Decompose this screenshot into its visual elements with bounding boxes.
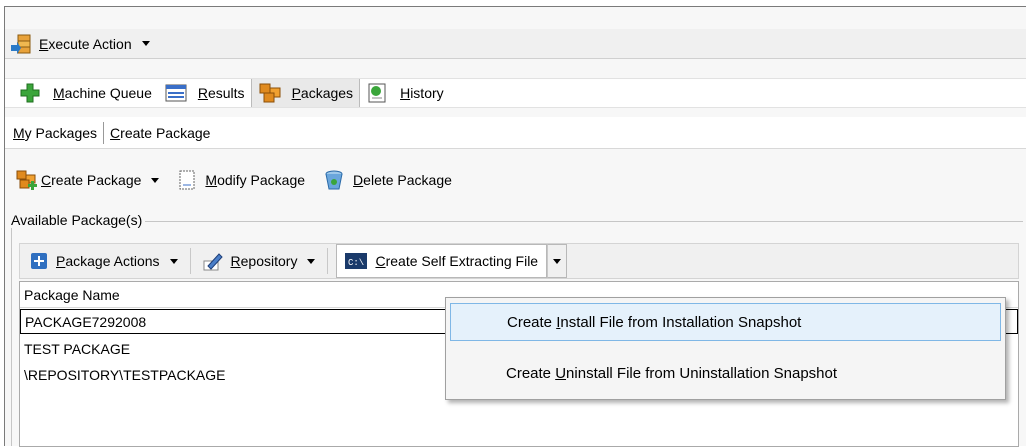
menu-item-text: ninstall File from Uninstallation Snapsh… bbox=[566, 364, 838, 382]
modify-package-label: odify Package bbox=[217, 172, 306, 188]
create-package-label: reate Package bbox=[51, 172, 142, 188]
toolbar-separator bbox=[327, 248, 329, 274]
self-extract-label: reate Self Extracting File bbox=[385, 253, 539, 269]
subtab-mnemonic: M bbox=[13, 124, 25, 141]
repository-label: epository bbox=[240, 253, 298, 269]
package-toolbar: Create Package Modify Package Delete Pac… bbox=[5, 165, 1026, 195]
subtab-my-packages[interactable]: My Packages bbox=[13, 117, 103, 148]
subtab-mnemonic: C bbox=[110, 124, 121, 141]
self-extract-dropdown-toggle[interactable] bbox=[547, 244, 568, 278]
repository-button[interactable]: Repository bbox=[199, 244, 320, 278]
delete-package-label: elete Package bbox=[363, 172, 452, 188]
create-package-icon bbox=[15, 169, 37, 191]
chevron-down-icon bbox=[151, 177, 160, 183]
menu-item-text: Create bbox=[506, 364, 556, 382]
execute-action-mnemonic: E bbox=[39, 35, 49, 52]
chevron-down-icon bbox=[169, 258, 178, 264]
pencil-icon bbox=[203, 251, 223, 271]
self-extract-mnemonic: C bbox=[375, 253, 386, 269]
column-header-label: Package Name bbox=[24, 286, 120, 303]
execute-action-label: xecute Action bbox=[48, 35, 132, 52]
main-tabs: Machine Queue Results Packages History bbox=[5, 78, 1026, 108]
history-icon bbox=[366, 82, 390, 104]
package-actions-label: ackage Actions bbox=[65, 253, 160, 269]
results-icon bbox=[164, 82, 188, 104]
modify-package-button[interactable]: Modify Package bbox=[173, 165, 309, 195]
modify-package-mnemonic: M bbox=[205, 172, 218, 188]
plus-icon bbox=[19, 82, 41, 104]
package-name-cell: TEST PACKAGE bbox=[24, 340, 131, 357]
subtab-label: reate Package bbox=[120, 124, 211, 141]
create-self-extracting-file-button[interactable]: C:\ Create Self Extracting File bbox=[336, 244, 548, 278]
create-package-mnemonic: C bbox=[41, 172, 52, 188]
sub-tabs: My Packages Create Package bbox=[5, 117, 1026, 149]
group-title: Available Package(s) bbox=[8, 212, 146, 228]
recycle-bin-icon bbox=[323, 169, 345, 191]
execute-icon bbox=[11, 33, 33, 55]
tab-label: esults bbox=[207, 85, 245, 101]
package-name-cell: \REPOSITORY\TESTPACKAGE bbox=[24, 366, 226, 383]
menu-item-mnemonic: U bbox=[555, 364, 567, 382]
tab-results[interactable]: Results bbox=[158, 79, 251, 107]
repository-mnemonic: R bbox=[230, 253, 241, 269]
execute-action-button[interactable]: Execute Action bbox=[9, 29, 154, 58]
delete-package-button[interactable]: Delete Package bbox=[319, 165, 456, 195]
subtab-label: y Packages bbox=[24, 124, 98, 141]
delete-package-mnemonic: D bbox=[353, 172, 364, 188]
create-package-button[interactable]: Create Package bbox=[15, 165, 163, 195]
tab-mnemonic: M bbox=[53, 85, 65, 101]
chevron-down-icon bbox=[553, 258, 562, 264]
tab-mnemonic: H bbox=[400, 85, 411, 101]
package-actions-button[interactable]: Package Actions bbox=[26, 244, 182, 278]
self-extract-dropdown-menu: Create Install File from Installation Sn… bbox=[445, 297, 1006, 400]
menu-item-create-install-file[interactable]: Create Install File from Installation Sn… bbox=[450, 303, 1001, 341]
tab-history[interactable]: History bbox=[360, 79, 450, 107]
modify-icon bbox=[177, 169, 197, 191]
package-actions-mnemonic: P bbox=[56, 253, 66, 269]
toolbar-separator bbox=[189, 248, 191, 274]
top-toolbar: Execute Action bbox=[5, 29, 1026, 59]
chevron-down-icon bbox=[141, 41, 150, 46]
menu-item-text: Create bbox=[507, 313, 557, 331]
package-name-cell: PACKAGE7292008 bbox=[25, 313, 147, 330]
tab-label: ackages bbox=[300, 85, 354, 101]
menu-item-create-uninstall-file[interactable]: Create Uninstall File from Uninstallatio… bbox=[450, 354, 1001, 392]
tab-packages[interactable]: Packages bbox=[250, 79, 361, 107]
menu-item-text: nstall File from Installation Snapshot bbox=[560, 313, 802, 331]
chevron-down-icon bbox=[307, 258, 316, 264]
package-actions-toolbar: Package Actions Repository C:\ Create Se… bbox=[19, 243, 1019, 279]
tab-machine-queue[interactable]: Machine Queue bbox=[13, 79, 158, 107]
tab-label: istory bbox=[410, 85, 444, 101]
svg-text:C:\: C:\ bbox=[348, 258, 364, 268]
console-icon: C:\ bbox=[345, 253, 368, 269]
subtab-create-package[interactable]: Create Package bbox=[104, 117, 216, 148]
tab-mnemonic: P bbox=[291, 85, 301, 101]
packages-icon bbox=[258, 82, 282, 104]
package-actions-icon bbox=[30, 252, 48, 270]
tab-mnemonic: R bbox=[197, 85, 208, 101]
tab-label: achine Queue bbox=[64, 85, 152, 101]
